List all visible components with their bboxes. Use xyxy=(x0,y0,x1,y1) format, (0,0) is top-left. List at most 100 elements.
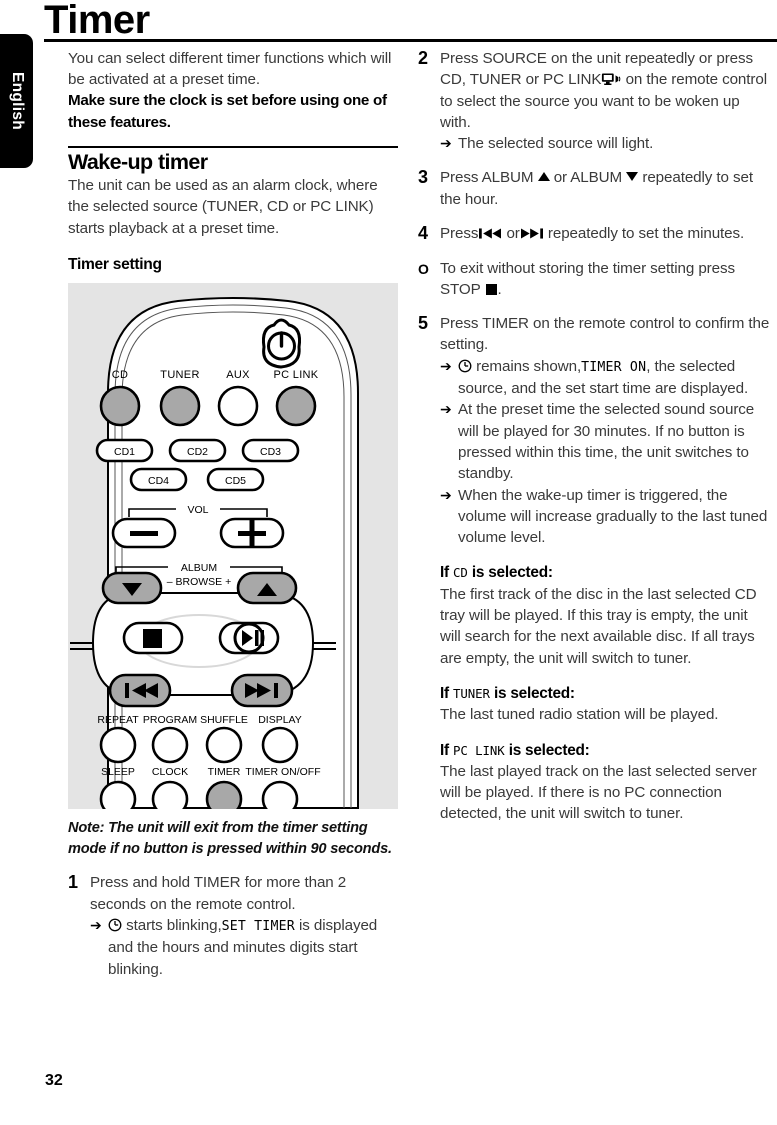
remote-label-clock: CLOCK xyxy=(152,766,188,778)
exit-bullet-text-b: . xyxy=(497,280,502,298)
triangle-down-icon xyxy=(626,172,639,182)
condition-tuner-source: TUNER xyxy=(453,685,490,701)
remote-label-shuffle: SHUFFLE xyxy=(200,714,248,726)
condition-cd-if: If xyxy=(440,564,449,582)
step-2-number: 2 xyxy=(418,48,429,68)
remote-label-tuner: TUNER xyxy=(160,369,199,381)
step-5-result1-mono: TIMER ON xyxy=(581,359,647,375)
arrow-icon: ➔ xyxy=(440,486,452,503)
remote-button-next xyxy=(230,673,294,708)
bullet-marker: O xyxy=(418,260,429,277)
remote-button-repeat xyxy=(99,726,137,764)
step-4-number: 4 xyxy=(418,223,429,244)
condition-pclink-source: PC LINK xyxy=(453,742,505,758)
remote-label-program: PROGRAM xyxy=(143,714,197,726)
exit-bullet: O To exit without storing the timer sett… xyxy=(418,258,770,301)
language-tab: English xyxy=(0,34,33,168)
section-heading-wakeup: Wake-up timer xyxy=(68,150,208,175)
condition-cd-selected: is selected: xyxy=(471,564,553,582)
condition-pclink-if: If xyxy=(440,741,449,759)
remote-button-aux xyxy=(217,385,259,427)
step-4: 4 Press or repeatedly to set the minutes… xyxy=(418,223,770,245)
next-track-icon xyxy=(520,228,543,239)
remote-button-album-up xyxy=(236,571,298,605)
arrow-icon: ➔ xyxy=(440,357,452,374)
clock-icon xyxy=(458,359,472,373)
left-column: You can select different timer functions… xyxy=(68,48,398,980)
section-divider xyxy=(68,145,398,149)
remote-label-pclink: PC LINK xyxy=(274,369,319,381)
previous-track-icon xyxy=(479,228,502,239)
triangle-up-icon xyxy=(537,172,550,182)
step-1-text: Press and hold TIMER for more than 2 sec… xyxy=(90,874,347,913)
step-3-number: 3 xyxy=(418,167,429,188)
remote-label-cd: CD xyxy=(112,369,129,381)
svg-text:ALBUM: ALBUM xyxy=(181,562,217,574)
remote-disc-buttons-row1: CD1 CD2 CD3 xyxy=(95,438,300,463)
remote-power-button xyxy=(262,318,301,369)
clock-icon xyxy=(108,918,122,932)
step-2: 2 Press SOURCE on the unit repeatedly or… xyxy=(418,48,770,154)
remote-label-display: DISPLAY xyxy=(258,714,302,726)
sub-heading-timer-setting: Timer setting xyxy=(68,255,162,273)
step-1: 1 Press and hold TIMER for more than 2 s… xyxy=(68,872,398,979)
intro-paragraph-bold: Make sure the clock is set before using … xyxy=(68,92,387,131)
right-column: 2 Press SOURCE on the unit repeatedly or… xyxy=(418,48,770,825)
svg-text:CD2: CD2 xyxy=(187,446,208,458)
svg-text:CD4: CD4 xyxy=(148,475,169,487)
remote-button-tuner xyxy=(159,385,201,427)
step-3: 3 Press ALBUM or ALBUM repeatedly to set… xyxy=(418,167,770,210)
condition-cd-body: The first track of the disc in the last … xyxy=(440,585,757,667)
remote-button-album-down xyxy=(101,571,163,605)
section-paragraph: The unit can be used as an alarm clock, … xyxy=(68,177,378,237)
remote-button-clock xyxy=(151,780,189,809)
remote-button-program xyxy=(151,726,189,764)
step-3-text-a: Press ALBUM xyxy=(440,169,534,187)
remote-navigation-ring xyxy=(70,591,336,696)
title-divider xyxy=(44,39,777,42)
svg-text:VOL: VOL xyxy=(187,504,208,516)
condition-cd: If CD is selected: The first track of th… xyxy=(440,562,770,668)
condition-pclink-body: The last played track on the last select… xyxy=(440,762,757,823)
svg-text:CD5: CD5 xyxy=(225,475,246,487)
language-tab-label: English xyxy=(8,71,26,131)
step-1-result-prefix: starts blinking, xyxy=(126,917,222,934)
remote-control-figure: .rcbody { fill:#ffffff; stroke:#000000; … xyxy=(68,282,398,809)
svg-text:CD1: CD1 xyxy=(114,446,135,458)
condition-pclink-selected: is selected: xyxy=(508,741,590,759)
remote-label-sleep: SLEEP xyxy=(101,766,135,778)
remote-label-repeat: REPEAT xyxy=(97,714,139,726)
remote-button-stop xyxy=(122,621,184,655)
pc-link-icon xyxy=(602,73,621,86)
remote-button-play-pause xyxy=(218,621,280,655)
exit-bullet-text-a: To exit without storing the timer settin… xyxy=(440,259,735,298)
stop-icon xyxy=(485,283,497,295)
condition-tuner-selected: is selected: xyxy=(493,684,575,702)
step-4-text-c: repeatedly to set the minutes. xyxy=(547,225,745,243)
remote-button-previous xyxy=(108,673,172,708)
step-1-number: 1 xyxy=(68,872,79,893)
remote-button-cd xyxy=(99,385,141,427)
svg-text:– BROWSE +: – BROWSE + xyxy=(167,576,231,588)
step-4-text-b: or xyxy=(506,225,520,243)
step-5-result3: When the wake-up timer is triggered, the… xyxy=(458,486,768,547)
step-3-text-b: or ALBUM xyxy=(553,169,623,187)
timer-note: Note: The unit will exit from the timer … xyxy=(68,819,392,857)
remote-button-display xyxy=(261,726,299,764)
arrow-icon: ➔ xyxy=(90,917,102,933)
remote-button-timer xyxy=(205,780,243,809)
condition-tuner-body: The last tuned radio station will be pla… xyxy=(440,706,719,724)
step-5: 5 Press TIMER on the remote control to c… xyxy=(418,313,770,825)
svg-text:CD3: CD3 xyxy=(260,446,281,458)
step-1-result-mono: SET TIMER xyxy=(221,919,295,934)
condition-pclink: If PC LINK is selected: The last played … xyxy=(440,740,770,825)
arrow-icon: ➔ xyxy=(440,401,452,418)
step-5-number: 5 xyxy=(418,313,429,334)
condition-cd-source: CD xyxy=(453,565,468,581)
remote-button-pclink xyxy=(275,385,317,427)
remote-label-timer: TIMER xyxy=(208,766,241,778)
condition-tuner: If TUNER is selected: The last tuned rad… xyxy=(440,683,770,726)
remote-button-sleep xyxy=(99,780,137,809)
step-2-result: The selected source will light. xyxy=(458,135,654,153)
remote-button-timer-on-off xyxy=(261,780,299,809)
